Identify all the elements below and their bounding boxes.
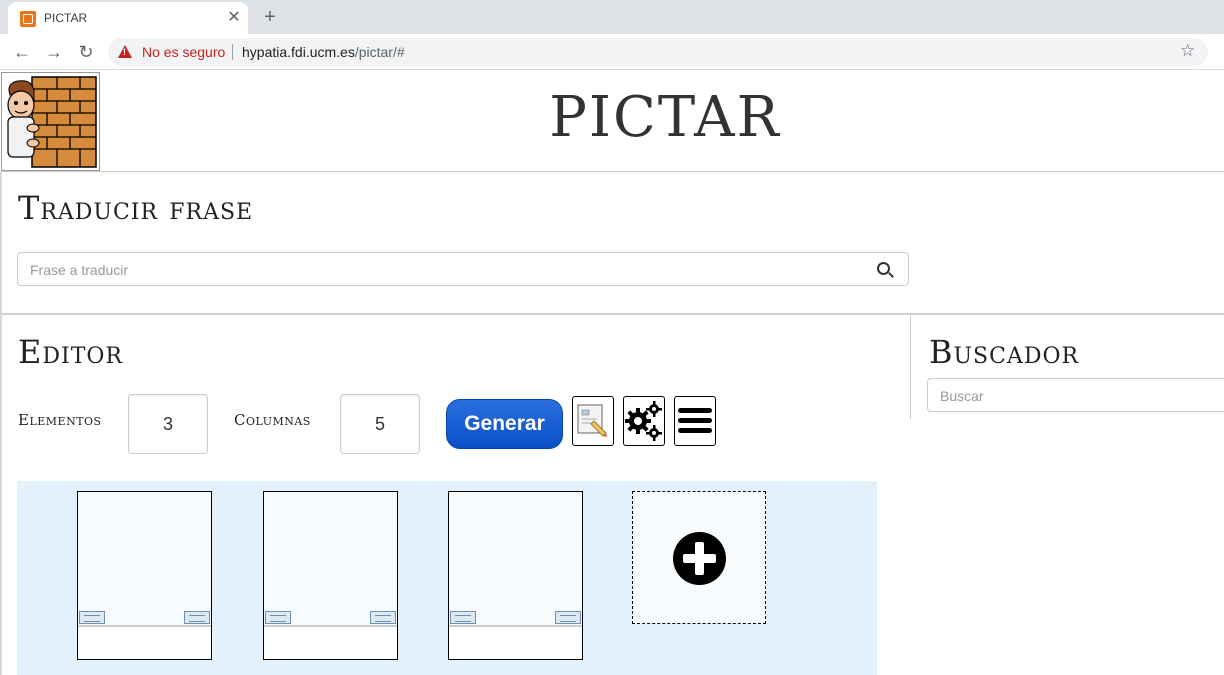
site-logo[interactable] (1, 72, 100, 171)
warning-icon (118, 45, 132, 58)
picto-card[interactable] (448, 491, 583, 660)
tab-close-icon[interactable]: ✕ (224, 8, 244, 28)
tab-title: PICTAR (44, 11, 88, 25)
new-tab-icon[interactable]: + (258, 5, 282, 29)
editor-title: Editor (18, 333, 123, 371)
buscador-input[interactable] (940, 386, 1210, 406)
editor-canvas[interactable] (17, 481, 877, 675)
traducir-search-box[interactable] (17, 252, 909, 286)
menu-button[interactable] (674, 396, 716, 446)
picto-card[interactable] (77, 491, 212, 660)
picto-swap-icon[interactable] (555, 611, 581, 624)
browser-tab[interactable]: PICTAR ✕ (8, 2, 248, 34)
elementos-label: Elementos (18, 411, 102, 429)
settings-button[interactable] (623, 396, 665, 446)
picto-library-icon[interactable] (265, 611, 291, 624)
picto-caption-field[interactable] (264, 627, 397, 659)
settings-gears-icon (625, 401, 662, 441)
generar-button[interactable]: Generar (446, 399, 563, 449)
url-host: hypatia.fdi.ucm.es (242, 44, 355, 60)
menu-icon (678, 408, 712, 433)
back-icon[interactable]: ← (10, 40, 34, 64)
edit-picto-button[interactable] (572, 396, 614, 446)
picto-swap-icon[interactable] (370, 611, 396, 624)
reload-icon[interactable]: ↻ (74, 40, 98, 64)
left-border-lower (0, 315, 2, 675)
bookmark-star-icon[interactable]: ☆ (1180, 41, 1195, 61)
browser-tabstrip: PICTAR ✕ + (0, 0, 1224, 34)
page-content: PICTAR Traducir frase Editor Buscador El… (0, 71, 1224, 675)
omnibox-divider (232, 44, 233, 60)
picto-caption-field[interactable] (78, 627, 211, 659)
traducir-input[interactable] (30, 260, 850, 280)
search-icon[interactable] (877, 262, 890, 275)
add-picto-card[interactable] (632, 491, 766, 624)
columnas-label: Columnas (234, 411, 311, 429)
picto-card[interactable] (263, 491, 398, 660)
picto-swap-icon[interactable] (184, 611, 210, 624)
picto-library-icon[interactable] (79, 611, 105, 624)
buscador-title: Buscador (929, 333, 1080, 371)
favicon-icon (20, 11, 36, 27)
picto-caption-field[interactable] (449, 627, 582, 659)
elementos-input[interactable] (128, 394, 208, 454)
header-divider (0, 171, 1224, 172)
left-border (0, 171, 2, 315)
logo-boy-wall-icon (7, 76, 97, 168)
url-path: /pictar/# (354, 44, 405, 60)
address-bar[interactable]: No es seguro hypatia.fdi.ucm.es/pictar/#… (108, 38, 1208, 66)
add-circle-icon[interactable] (673, 532, 726, 585)
traducir-title: Traducir frase (18, 189, 254, 227)
picto-library-icon[interactable] (450, 611, 476, 624)
browser-toolbar: ← → ↻ No es seguro hypatia.fdi.ucm.es/pi… (0, 34, 1224, 70)
url-text[interactable]: hypatia.fdi.ucm.es/pictar/# (242, 44, 405, 60)
buscador-search-box[interactable] (927, 378, 1224, 412)
site-title: PICTAR (549, 85, 781, 150)
column-divider (910, 315, 911, 419)
edit-picto-icon (577, 404, 607, 437)
columnas-input[interactable] (340, 394, 420, 454)
section-divider (0, 313, 1224, 315)
security-status[interactable]: No es seguro (142, 44, 225, 60)
forward-icon[interactable]: → (42, 40, 66, 64)
